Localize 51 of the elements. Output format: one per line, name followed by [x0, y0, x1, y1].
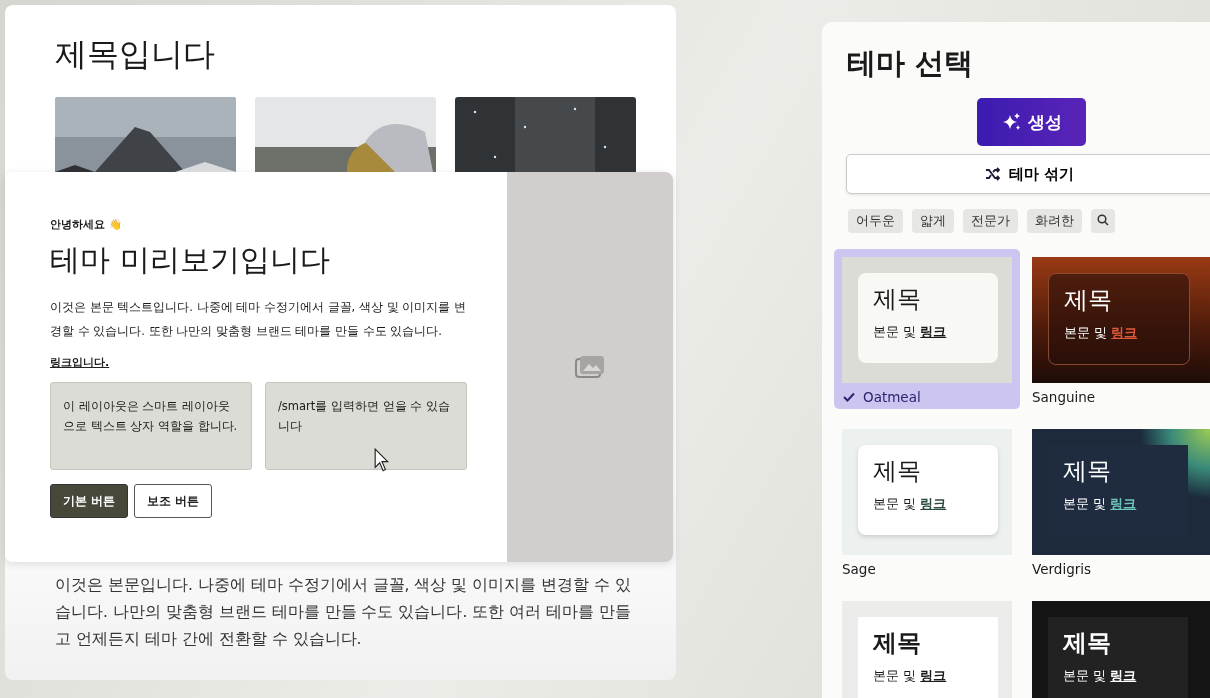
primary-button[interactable]: 기본 버튼: [50, 484, 128, 518]
theme-sample-body: 본문 및: [873, 668, 917, 683]
theme-sample-body: 본문 및: [873, 324, 917, 339]
text-box: 이 레이아웃은 스마트 레이아웃으로 텍스트 상자 역할을 합니다.: [50, 382, 252, 470]
theme-sample-link: 링크: [920, 668, 947, 683]
theme-sample-title: 제목: [873, 284, 922, 315]
secondary-button[interactable]: 보조 버튼: [134, 484, 213, 518]
theme-card[interactable]: 제목 본문 및 링크 Sanguine: [1032, 249, 1210, 409]
theme-card[interactable]: 제목 본문 및 링크 Sage: [834, 421, 1020, 581]
shuffle-themes-button[interactable]: 테마 섞기: [846, 154, 1210, 194]
theme-name: Oatmeal: [863, 389, 921, 405]
filter-chip[interactable]: 얇게: [912, 209, 954, 233]
theme-name: Verdigris: [1032, 561, 1092, 577]
theme-name: Sanguine: [1032, 389, 1096, 405]
theme-card[interactable]: 제목 본문 및 링크 Verdigris: [1032, 421, 1210, 581]
theme-sample-link: 링크: [920, 324, 947, 339]
filter-chip[interactable]: 어두운: [848, 209, 903, 233]
theme-card[interactable]: 제목 본문 및 링크: [1032, 593, 1210, 698]
document-title: 제목입니다: [54, 34, 216, 75]
theme-sample-link: 링크: [920, 496, 947, 511]
document-body-text: 이것은 본문입니다. 나중에 테마 수정기에서 글꼴, 색상 및 이미지를 변경할 수 있습니다. 나만의 맞춤형 브랜드 테마를 만들 수도 있습니다. 또한 여러 테마를 만들고 언제든지 테마 간에 전환할 수 있습니다.: [54, 575, 633, 650]
text-box: /smart를 입력하면 얻을 수 있습니다: [265, 382, 467, 470]
theme-card[interactable]: 제목 본문 및 링크 Oatmeal: [834, 249, 1020, 409]
theme-sample-title: 제목: [1063, 456, 1112, 487]
theme-sample-body: 본문 및: [1063, 668, 1107, 683]
search-icon: [1097, 213, 1109, 226]
greeting: 안녕하세요 👋: [50, 218, 123, 232]
theme-sample-title: 제목: [873, 456, 922, 487]
theme-name: Sage: [842, 561, 876, 577]
theme-sample-link: 링크: [1110, 668, 1137, 683]
mouse-cursor-icon: [374, 448, 390, 473]
theme-sample-body: 본문 및: [1063, 496, 1107, 511]
image-placeholder-icon: [575, 355, 605, 379]
theme-sample-link: 링크: [1110, 496, 1137, 511]
theme-sample-link: 링크: [1111, 325, 1138, 340]
theme-card[interactable]: 제목 본문 및 링크: [834, 593, 1020, 698]
panel-title: 테마 선택: [846, 45, 975, 82]
theme-sample-body: 본문 및: [1064, 325, 1108, 340]
checkmark-icon: [842, 391, 856, 403]
theme-sample-title: 제목: [1064, 285, 1113, 316]
theme-sample-title: 제목: [873, 628, 922, 659]
preview-heading: 테마 미리보기입니다: [50, 241, 331, 279]
preview-paragraph: 이것은 본문 텍스트입니다. 나중에 테마 수정기에서 글꼴, 색상 및 이미지를 변경할 수 있습니다. 또한 나만의 맞춤형 브랜드 테마를 만들 수도 있습니다.: [50, 299, 467, 340]
filter-chip[interactable]: 전문가: [963, 209, 1018, 233]
filter-chip[interactable]: 화려한: [1027, 209, 1082, 233]
generate-button[interactable]: 생성: [977, 98, 1086, 146]
preview-link[interactable]: 링크입니다.: [50, 355, 110, 370]
theme-sample-title: 제목: [1063, 628, 1112, 659]
theme-sample-body: 본문 및: [873, 496, 917, 511]
shuffle-icon: [985, 167, 1001, 181]
search-button[interactable]: [1091, 209, 1115, 233]
